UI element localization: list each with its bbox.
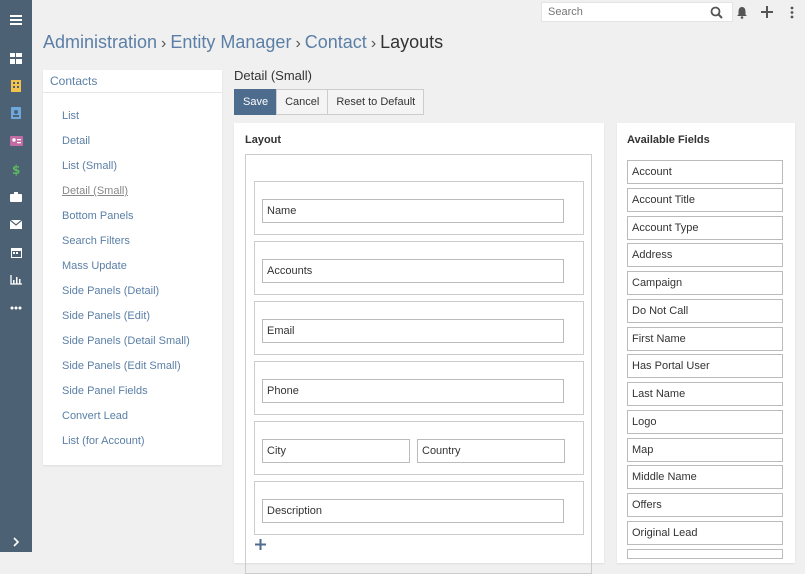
plus-icon[interactable] [759, 4, 775, 20]
cancel-button[interactable]: Cancel [276, 89, 329, 115]
available-field[interactable]: Campaign [627, 271, 783, 295]
available-field[interactable]: Account Type [627, 216, 783, 240]
layout-panel: Layout Name Accounts Email Phone City Co… [234, 123, 604, 574]
briefcase-icon[interactable] [0, 186, 32, 208]
breadcrumb-administration[interactable]: Administration [43, 32, 157, 52]
layout-cell[interactable]: City [262, 439, 410, 463]
layout-type-panel: Contacts List Detail List (Small) Detail… [43, 70, 222, 465]
layout-row[interactable]: Phone [254, 361, 584, 415]
available-field[interactable]: Account [627, 160, 783, 184]
layout-item-detail[interactable]: Detail [62, 135, 90, 147]
available-field[interactable]: Logo [627, 410, 783, 434]
breadcrumb: Administration › Entity Manager › Contact › La… [43, 31, 443, 55]
available-field[interactable]: First Name [627, 327, 783, 351]
layout-item-list[interactable]: List [62, 110, 79, 122]
contact-icon[interactable] [0, 102, 32, 124]
search-input[interactable] [541, 2, 733, 22]
layout-rows-container: Name Accounts Email Phone City Country D… [245, 154, 592, 574]
layout-item-convert-lead[interactable]: Convert Lead [62, 410, 128, 422]
left-nav-rail: $ [0, 0, 32, 552]
layout-row[interactable]: Accounts [254, 241, 584, 295]
vertical-dots-icon[interactable] [784, 4, 800, 20]
available-field[interactable]: Has Portal User [627, 354, 783, 378]
layout-item-mass-update[interactable]: Mass Update [62, 260, 127, 272]
available-field[interactable]: Original Lead [627, 521, 783, 545]
layout-cell[interactable]: Name [262, 199, 564, 223]
layout-cell[interactable]: Email [262, 319, 564, 343]
breadcrumb-current: Layouts [380, 32, 444, 52]
add-row-icon[interactable] [255, 539, 266, 553]
id-card-icon[interactable] [0, 130, 32, 152]
expand-icon[interactable] [0, 531, 32, 553]
available-field[interactable]: Middle Name [627, 465, 783, 489]
layout-item-search-filters[interactable]: Search Filters [62, 235, 130, 247]
layout-item-side-panels-edit-small[interactable]: Side Panels (Edit Small) [62, 360, 181, 372]
available-field[interactable]: Offers [627, 493, 783, 517]
breadcrumb-separator: › [295, 35, 301, 52]
dashboard-icon[interactable] [0, 47, 32, 69]
available-field[interactable]: Map [627, 438, 783, 462]
top-bar [32, 0, 805, 24]
layout-cell[interactable]: Phone [262, 379, 564, 403]
reset-to-default-button[interactable]: Reset to Default [327, 89, 425, 115]
layout-item-list-small[interactable]: List (Small) [62, 160, 117, 172]
available-fields-heading: Available Fields [627, 134, 710, 146]
action-buttons: Save Cancel Reset to Default [234, 89, 425, 115]
available-field-partial[interactable] [627, 549, 783, 559]
chart-icon[interactable] [0, 269, 32, 291]
layout-item-side-panels-edit[interactable]: Side Panels (Edit) [62, 310, 150, 322]
panel-header-contacts[interactable]: Contacts [43, 70, 222, 93]
breadcrumb-contact[interactable]: Contact [305, 32, 367, 52]
available-field[interactable]: Last Name [627, 382, 783, 406]
building-icon[interactable] [0, 75, 32, 97]
available-fields-panel: Available Fields Account Account Title A… [617, 123, 795, 563]
layout-heading: Layout [245, 134, 282, 146]
layout-item-list-for-account[interactable]: List (for Account) [62, 435, 145, 447]
dollar-icon[interactable]: $ [0, 158, 32, 180]
breadcrumb-separator: › [161, 35, 167, 52]
layout-item-side-panels-detail[interactable]: Side Panels (Detail) [62, 285, 159, 297]
calendar-icon[interactable] [0, 241, 32, 263]
layout-row[interactable]: City Country [254, 421, 584, 475]
layout-row[interactable]: Email [254, 301, 584, 355]
layout-cell[interactable]: Country [417, 439, 565, 463]
available-field[interactable]: Account Title [627, 188, 783, 212]
breadcrumb-entity-manager[interactable]: Entity Manager [170, 32, 291, 52]
layout-row[interactable]: Name [254, 181, 584, 235]
svg-text:$: $ [12, 163, 20, 176]
layout-cell[interactable]: Accounts [262, 259, 564, 283]
layout-row[interactable]: Description [254, 481, 584, 535]
available-field[interactable]: Do Not Call [627, 299, 783, 323]
more-icon[interactable] [0, 297, 32, 319]
envelope-icon[interactable] [0, 213, 32, 235]
layout-item-side-panel-fields[interactable]: Side Panel Fields [62, 385, 148, 397]
layout-item-bottom-panels[interactable]: Bottom Panels [62, 210, 134, 222]
search-icon[interactable] [708, 4, 724, 20]
bell-icon[interactable] [734, 4, 750, 20]
breadcrumb-separator: › [370, 35, 377, 52]
available-field[interactable]: Address [627, 243, 783, 267]
layout-item-side-panels-detail-small[interactable]: Side Panels (Detail Small) [62, 335, 190, 347]
save-button[interactable]: Save [234, 89, 278, 115]
layout-cell[interactable]: Description [262, 499, 564, 523]
menu-icon[interactable] [0, 9, 32, 31]
layout-item-detail-small[interactable]: Detail (Small) [62, 185, 128, 197]
layout-title: Detail (Small) [234, 68, 313, 83]
